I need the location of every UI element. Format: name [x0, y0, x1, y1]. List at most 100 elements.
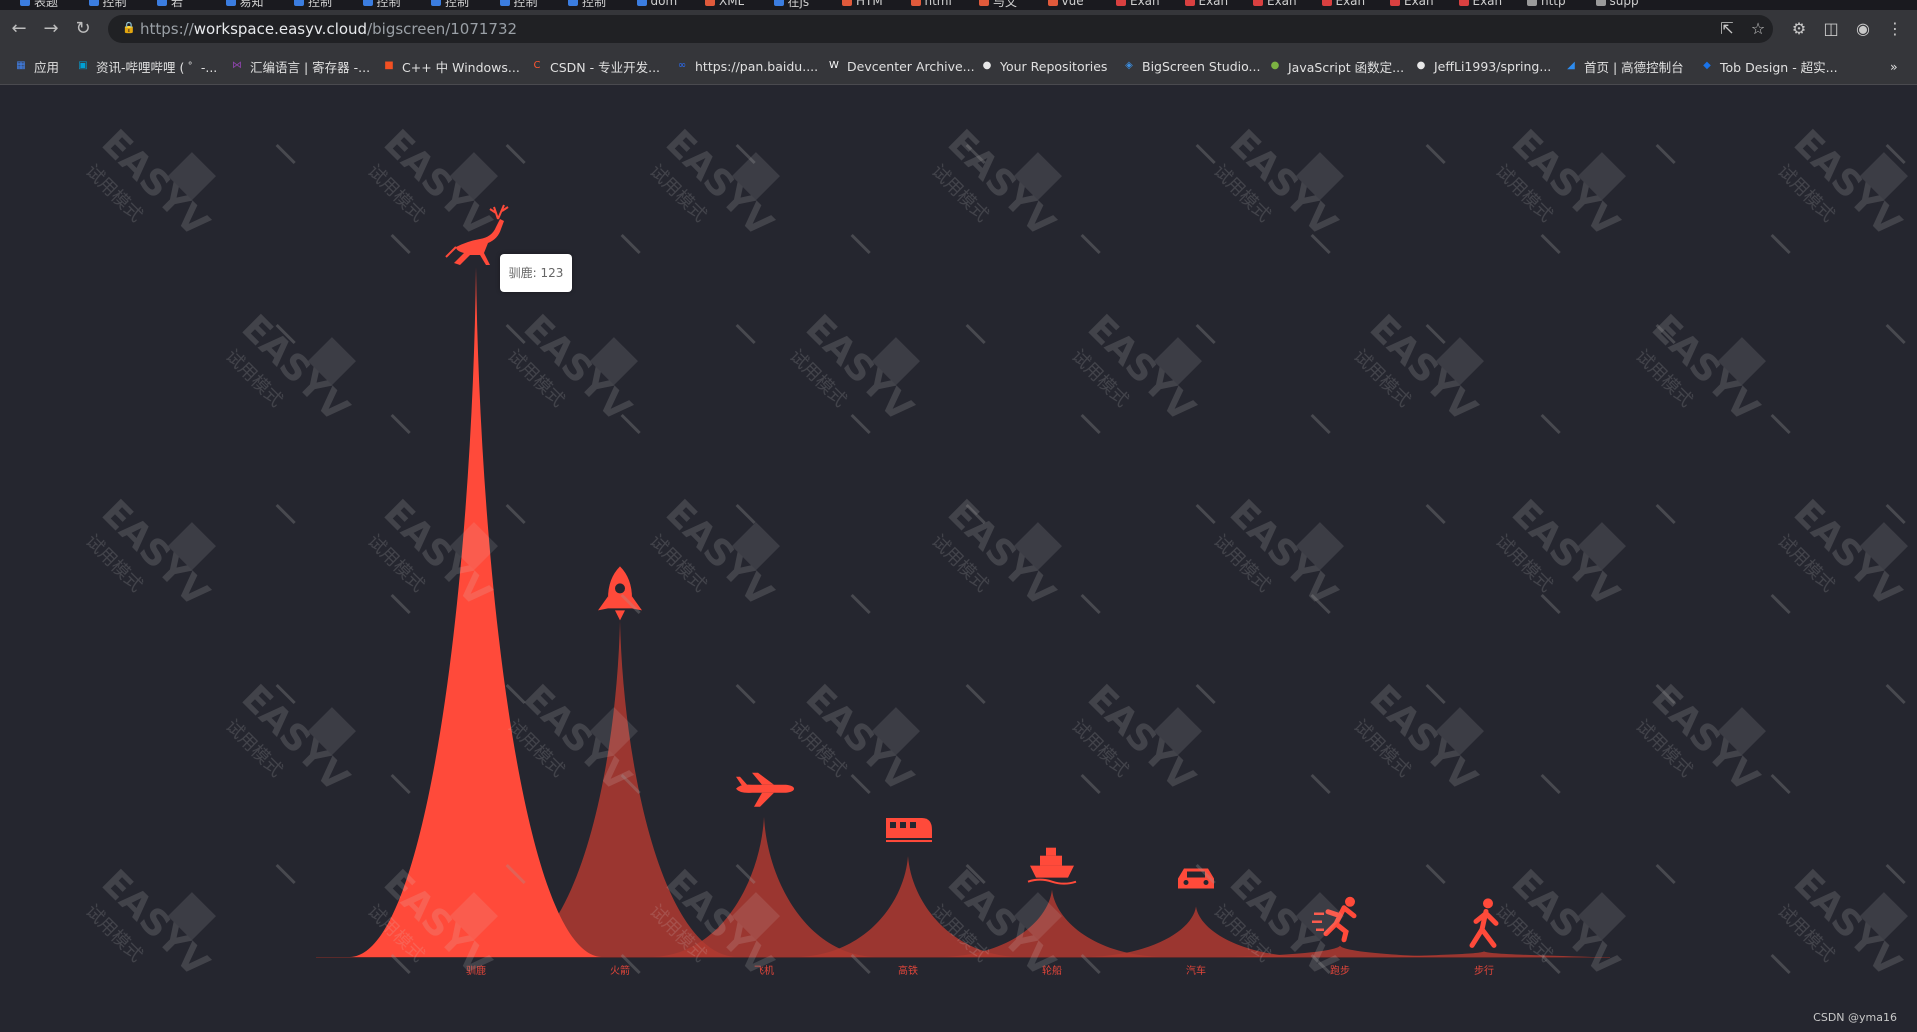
- bookmark-item[interactable]: ▦ 应用: [14, 57, 59, 75]
- back-button[interactable]: ←: [8, 18, 30, 40]
- chart-tooltip: 驯鹿: 123: [500, 254, 572, 292]
- category-label: 驯鹿: [466, 964, 486, 977]
- browser-tab[interactable]: 控制: [499, 0, 538, 9]
- tab-favicon-icon: [979, 0, 989, 6]
- bigscreen-canvas: 驯鹿 火箭 飞机 高铁 轮船 汽车 跑步 步行: [0, 85, 1917, 1032]
- peak-bar[interactable]: [797, 856, 1019, 957]
- bookmark-item[interactable]: W Devcenter Archive...: [827, 57, 975, 75]
- address-bar[interactable]: 🔒 https://workspace.easyv.cloud/bigscree…: [108, 15, 1773, 43]
- browser-tab[interactable]: 控制: [88, 0, 127, 9]
- tab-favicon-icon: [910, 0, 921, 6]
- bookmark-item[interactable]: ● JeffLi1993/spring...: [1414, 57, 1552, 75]
- browser-tab[interactable]: Exan: [1458, 0, 1502, 9]
- browser-tab[interactable]: Exan: [1184, 0, 1228, 9]
- browser-tab[interactable]: HTM: [842, 0, 883, 9]
- bookmark-item[interactable]: ▣ 资讯-哔哩哔哩 ( ゜-...: [76, 57, 217, 75]
- extensions-icon[interactable]: ⚙: [1788, 18, 1810, 40]
- url-text[interactable]: https://workspace.easyv.cloud/bigscreen/…: [140, 20, 517, 38]
- tab-label: Exan: [1130, 0, 1160, 8]
- bookmark-favicon-icon: ◆: [1703, 60, 1711, 71]
- share-icon[interactable]: ⇱: [1716, 18, 1738, 40]
- credit-text: CSDN @yma16: [1813, 1011, 1897, 1024]
- tab-favicon-icon: [842, 0, 852, 6]
- browser-tab[interactable]: Exan: [1321, 0, 1365, 9]
- category-label: 跑步: [1330, 964, 1350, 977]
- rocket-icon: [598, 566, 642, 621]
- browser-tab[interactable]: 控制: [568, 0, 606, 9]
- tab-label: 控制: [102, 0, 127, 9]
- browser-tab[interactable]: 控制: [294, 0, 332, 9]
- tab-label: 若: [171, 0, 184, 9]
- bookmark-star-icon[interactable]: ☆: [1747, 18, 1769, 40]
- browser-tab[interactable]: 易知: [225, 0, 264, 9]
- bookmark-item[interactable]: ⋈ 汇编语言 | 寄存器 -...: [230, 57, 370, 75]
- tab-label: dom: [650, 0, 678, 8]
- category-labels: 驯鹿 火箭 飞机 高铁 轮船 汽车 跑步 步行: [466, 964, 1494, 977]
- peak-bar[interactable]: [350, 267, 602, 957]
- tab-favicon-icon: [1047, 0, 1058, 6]
- bookmark-item[interactable]: ∞ https://pan.baidu....: [675, 57, 818, 75]
- reload-button[interactable]: ↻: [72, 18, 94, 40]
- peak-bar[interactable]: [942, 889, 1162, 957]
- tab-favicon-icon: [294, 0, 304, 6]
- bookmark-item[interactable]: ● JavaScript 函数定...: [1268, 57, 1404, 75]
- browser-tab[interactable]: Exan: [1116, 0, 1160, 9]
- tab-label: 控制: [513, 0, 538, 9]
- browser-tab[interactable]: 若: [157, 0, 183, 9]
- car-icon: [1178, 868, 1214, 889]
- bookmark-favicon-icon: ⋈: [232, 60, 242, 71]
- ship-icon: [1027, 847, 1077, 885]
- tab-favicon-icon: [225, 0, 236, 6]
- category-label: 飞机: [754, 964, 774, 977]
- tab-label: 控制: [582, 0, 607, 9]
- bookmark-item[interactable]: C CSDN - 专业开发...: [530, 57, 661, 75]
- url-host: workspace.easyv.cloud: [193, 20, 368, 38]
- browser-tab[interactable]: 控制: [362, 0, 401, 9]
- deer-icon: [445, 204, 509, 265]
- bookmark-label: Devcenter Archive...: [847, 58, 975, 74]
- menu-icon[interactable]: ⋮: [1884, 18, 1906, 40]
- tab-favicon-icon: [773, 0, 784, 6]
- bookmark-label: BigScreen Studio...: [1142, 58, 1261, 74]
- browser-tab[interactable]: supp: [1595, 0, 1639, 9]
- browser-tab[interactable]: html: [910, 0, 952, 9]
- bookmark-label: 首页 | 高德控制台: [1584, 59, 1684, 75]
- bookmark-item[interactable]: ■ C++ 中 Windows...: [382, 57, 520, 75]
- bookmark-favicon-icon: C: [533, 60, 541, 71]
- browser-tab[interactable]: vue: [1047, 0, 1084, 9]
- browser-tab[interactable]: 控制: [431, 0, 469, 9]
- peak-bar[interactable]: [1086, 906, 1306, 957]
- tab-favicon-icon: [20, 0, 30, 6]
- tab-favicon-icon: [88, 0, 99, 6]
- browser-tab[interactable]: 在js: [773, 0, 809, 9]
- bookmark-favicon-icon: ◈: [1125, 60, 1133, 71]
- forward-button[interactable]: →: [40, 18, 62, 40]
- browser-tab[interactable]: Exan: [1390, 0, 1434, 9]
- browser-tab[interactable]: http: [1527, 0, 1566, 9]
- bookmark-favicon-icon: ▣: [78, 60, 88, 71]
- tab-favicon-icon: [1116, 0, 1126, 6]
- side-panel-icon[interactable]: ◫: [1820, 18, 1842, 40]
- profile-avatar[interactable]: ◉: [1852, 18, 1874, 40]
- bookmark-favicon-icon: ▦: [16, 60, 26, 71]
- browser-tab[interactable]: XML: [705, 0, 744, 9]
- category-label: 火箭: [610, 964, 630, 977]
- browser-toolbar: ← → ↻ 🔒 https://workspace.easyv.cloud/bi…: [0, 10, 1917, 48]
- bookmark-item[interactable]: ◈ BigScreen Studio...: [1122, 57, 1260, 75]
- plane-icon: [736, 772, 794, 807]
- tab-label: vue: [1061, 0, 1084, 8]
- bookmark-item[interactable]: ● Your Repositories: [980, 57, 1108, 75]
- tab-favicon-icon: [1321, 0, 1332, 6]
- browser-tab[interactable]: 表题: [20, 0, 58, 9]
- tab-favicon-icon: [568, 0, 578, 6]
- bookmarks-overflow-icon[interactable]: »: [1890, 57, 1898, 75]
- tab-favicon-icon: [1253, 0, 1263, 6]
- bookmark-favicon-icon: ●: [1270, 60, 1280, 71]
- browser-tab[interactable]: 与文: [979, 0, 1017, 9]
- bookmark-label: 汇编语言 | 寄存器 -...: [250, 59, 371, 75]
- walk-icon: [1469, 898, 1499, 948]
- bookmark-item[interactable]: ◆ Tob Design - 超实...: [1700, 57, 1837, 75]
- browser-tab[interactable]: dom: [636, 0, 678, 9]
- browser-tab[interactable]: Exan: [1253, 0, 1297, 9]
- bookmark-item[interactable]: ◢ 首页 | 高德控制台: [1564, 57, 1684, 75]
